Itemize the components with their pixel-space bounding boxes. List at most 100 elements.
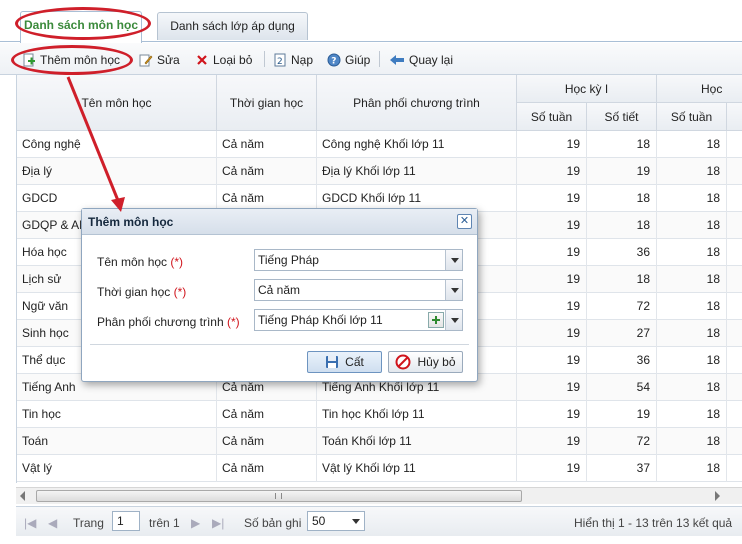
cell-weeks-term2: 18	[657, 347, 727, 374]
distribution-label: Phân phối chương trình (*)	[97, 315, 240, 329]
tab-subject-list[interactable]: Danh sách môn học	[20, 11, 142, 43]
cell-periods: 18	[587, 266, 657, 293]
cell-distribution: Vật lý Khối lớp 11	[317, 455, 517, 482]
cell-periods: 18	[587, 185, 657, 212]
cancel-button[interactable]: Hủy bỏ	[388, 351, 463, 373]
back-button[interactable]: Quay lại	[389, 51, 453, 69]
cancel-icon	[395, 354, 411, 370]
back-label: Quay lại	[409, 53, 454, 67]
records-label: Số bản ghi	[244, 516, 302, 530]
load-button[interactable]: 2 Nạp	[273, 51, 313, 69]
cell-subject: Công nghệ	[17, 131, 217, 158]
add-subject-dialog: Thêm môn học ✕ Tên môn học (*) Tiếng Phá…	[81, 208, 478, 382]
result-summary: Hiển thị 1 - 13 trên 13 kết quả	[574, 516, 733, 530]
horizontal-scrollbar[interactable]	[16, 487, 742, 504]
column-group-term2: Học	[657, 75, 742, 103]
cell-periods: 36	[587, 239, 657, 266]
next-page-icon[interactable]: ▶	[191, 514, 200, 532]
load-label: Nạp	[291, 53, 314, 67]
arrow-left-icon	[389, 53, 405, 67]
cell-weeks-term2: 18	[657, 131, 727, 158]
cell-weeks: 19	[517, 293, 587, 320]
column-header-weeks[interactable]: Số tuần	[517, 103, 587, 131]
cell-periods: 54	[587, 374, 657, 401]
study-time-text: Thời gian học	[97, 285, 171, 299]
column-header-subject[interactable]: Tên môn học	[17, 75, 217, 131]
cell-weeks: 19	[517, 347, 587, 374]
required-marker: (*)	[173, 285, 187, 299]
chevron-down-icon[interactable]	[445, 280, 462, 300]
cell-weeks-term2: 18	[657, 455, 727, 482]
distribution-combo[interactable]: Tiếng Pháp Khối lớp 11	[254, 309, 463, 331]
subject-name-label: Tên môn học (*)	[97, 255, 183, 269]
cell-weeks-term2: 18	[657, 239, 727, 266]
dialog-title: Thêm môn học	[82, 209, 477, 235]
column-header-distribution[interactable]: Phân phối chương trình	[317, 75, 517, 131]
table-row[interactable]: Tin học Cả năm Tin học Khối lớp 11 19 19 18	[17, 401, 742, 428]
chevron-down-icon	[352, 519, 360, 524]
cell-weeks-term2: 18	[657, 158, 727, 185]
tab-applied-classes[interactable]: Danh sách lớp áp dụng	[157, 12, 308, 40]
edit-button[interactable]: Sửa	[139, 51, 180, 69]
distribution-text: Phân phối chương trình	[97, 315, 224, 329]
cell-weeks-term2: 18	[657, 374, 727, 401]
scroll-right-arrow-icon[interactable]	[715, 491, 720, 501]
cell-periods: 19	[587, 401, 657, 428]
save-label: Cất	[345, 355, 364, 369]
cell-time: Cả năm	[217, 401, 317, 428]
cell-weeks-term2: 18	[657, 185, 727, 212]
required-marker: (*)	[170, 255, 184, 269]
cell-weeks: 19	[517, 455, 587, 482]
cell-periods: 37	[587, 455, 657, 482]
chevron-down-icon[interactable]	[445, 250, 462, 270]
cell-weeks: 19	[517, 239, 587, 266]
subject-name-text: Tên môn học	[97, 255, 168, 269]
study-time-label: Thời gian học (*)	[97, 285, 186, 299]
close-icon[interactable]: ✕	[457, 214, 472, 229]
cell-weeks: 19	[517, 401, 587, 428]
cell-weeks-term2: 18	[657, 401, 727, 428]
cell-periods: 18	[587, 212, 657, 239]
first-page-icon[interactable]: |◀	[24, 514, 36, 532]
records-per-page-select[interactable]: 50	[307, 511, 365, 531]
cell-periods: 36	[587, 347, 657, 374]
scroll-left-arrow-icon[interactable]	[20, 491, 25, 501]
table-row[interactable]: Toán Cả năm Toán Khối lớp 11 19 72 18	[17, 428, 742, 455]
save-button[interactable]: Cất	[307, 351, 382, 373]
cell-weeks: 19	[517, 374, 587, 401]
table-row[interactable]: Công nghệ Cả năm Công nghệ Khối lớp 11 19 18…	[17, 131, 742, 158]
table-row[interactable]: Địa lý Cả năm Địa lý Khối lớp 11 19 19 18	[17, 158, 742, 185]
cell-subject: Địa lý	[17, 158, 217, 185]
cell-weeks-term2: 18	[657, 428, 727, 455]
scroll-thumb[interactable]	[36, 490, 522, 502]
help-button[interactable]: ? Giúp	[327, 51, 370, 69]
cell-periods: 27	[587, 320, 657, 347]
prev-page-icon[interactable]: ◀	[48, 514, 57, 532]
column-header-time[interactable]: Thời gian học	[217, 75, 317, 131]
cell-subject: Vật lý	[17, 455, 217, 482]
page-input[interactable]: 1	[112, 511, 140, 531]
svg-text:?: ?	[331, 57, 336, 67]
table-row[interactable]: Vật lý Cả năm Vật lý Khối lớp 11 19 37 18	[17, 455, 742, 482]
column-header-periods[interactable]: Số tiết	[587, 103, 657, 131]
cell-weeks: 19	[517, 131, 587, 158]
column-header-weeks-term2[interactable]: Số tuần	[657, 103, 727, 131]
cell-distribution: Công nghệ Khối lớp 11	[317, 131, 517, 158]
subject-name-combo[interactable]: Tiếng Pháp	[254, 249, 463, 271]
cell-time: Cả năm	[217, 455, 317, 482]
cell-weeks: 19	[517, 266, 587, 293]
remove-button[interactable]: Loại bỏ	[195, 51, 252, 69]
cell-distribution: Tin học Khối lớp 11	[317, 401, 517, 428]
last-page-icon[interactable]: ▶|	[212, 514, 224, 532]
dialog-divider	[90, 344, 469, 345]
add-subject-button[interactable]: Thêm môn học	[22, 51, 120, 69]
load-file-icon: 2	[273, 53, 287, 67]
edit-label: Sửa	[157, 53, 180, 67]
edit-icon	[139, 53, 153, 67]
study-time-combo[interactable]: Cả năm	[254, 279, 463, 301]
chevron-down-icon[interactable]	[445, 310, 462, 330]
cell-weeks-term2: 18	[657, 293, 727, 320]
cell-weeks-term2: 18	[657, 212, 727, 239]
add-plus-icon[interactable]	[428, 312, 444, 328]
cell-time: Cả năm	[217, 131, 317, 158]
